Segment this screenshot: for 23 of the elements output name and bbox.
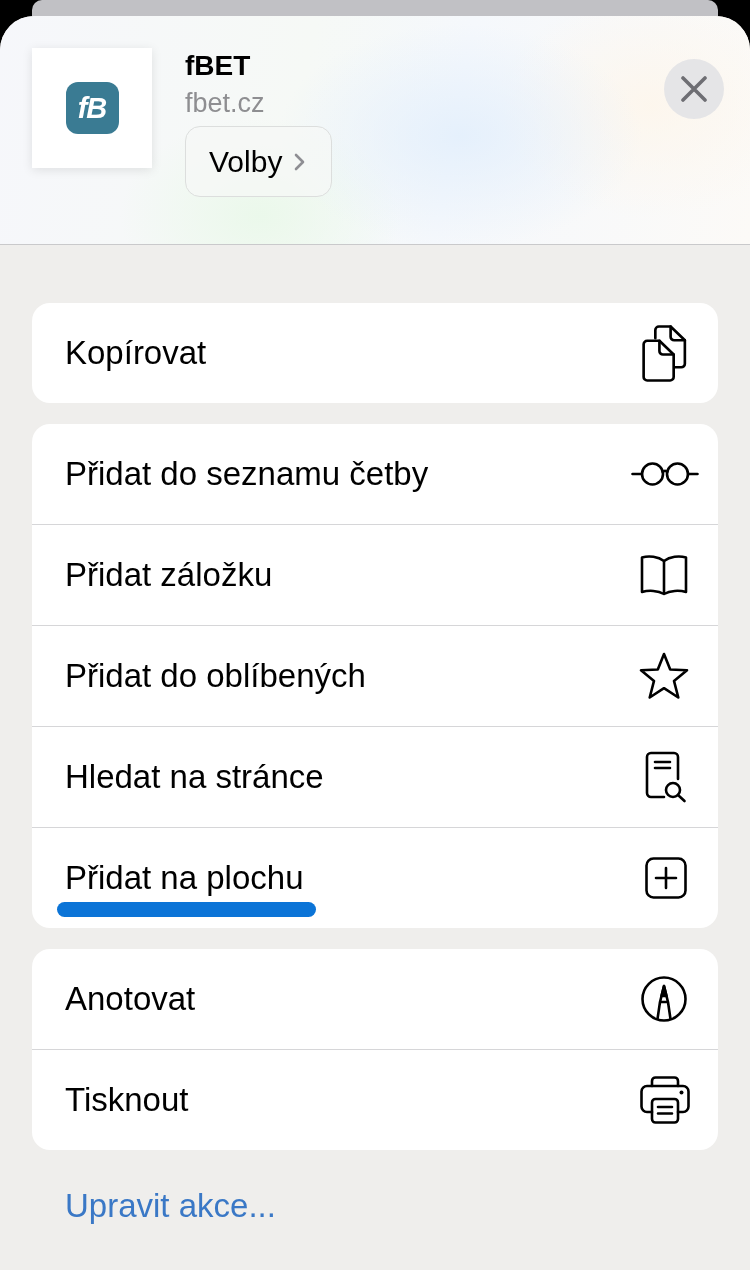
pen-circle-icon	[641, 976, 687, 1022]
menu-item[interactable]: Přidat do seznamu četby	[32, 424, 718, 524]
menu-item[interactable]: Přidat záložku	[32, 525, 718, 625]
glasses-icon	[631, 461, 699, 487]
menu-item[interactable]: Tisknout	[32, 1050, 718, 1150]
printer-icon	[640, 1076, 690, 1124]
chevron-right-icon	[294, 152, 306, 171]
options-button[interactable]: Volby	[185, 126, 333, 197]
menu-item[interactable]: Přidat do oblíbených	[32, 626, 718, 726]
site-logo: fB	[65, 82, 119, 134]
menu-item[interactable]: Přidat na plochu	[32, 828, 718, 928]
copy-icon	[642, 324, 687, 382]
site-title: fBET	[185, 49, 251, 83]
site-url: fbet.cz	[185, 87, 265, 120]
edit-actions-link[interactable]: Upravit akce...	[65, 1187, 276, 1225]
document-search-icon	[645, 751, 687, 803]
star-icon	[639, 652, 689, 700]
menu-item[interactable]: Anotovat	[32, 949, 718, 1049]
add-square-icon	[645, 857, 687, 899]
close-icon	[681, 76, 707, 102]
menu-item[interactable]: Hledat na stránce	[32, 727, 718, 827]
menu-item[interactable]: Kopírovat	[32, 303, 718, 403]
book-icon	[640, 554, 688, 596]
